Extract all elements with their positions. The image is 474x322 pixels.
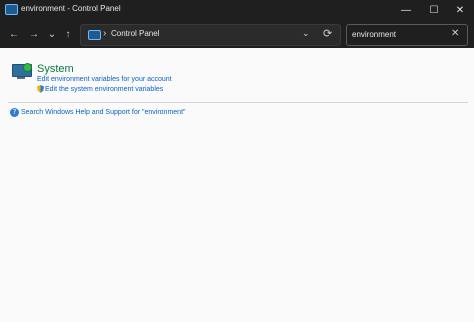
refresh-icon: ⟳ (323, 28, 333, 40)
maximize-button[interactable]: ☐ (420, 0, 448, 20)
forward-button[interactable]: → (26, 26, 42, 42)
edit-account-env-vars-link[interactable]: Edit environment variables for your acco… (37, 75, 172, 84)
up-arrow-icon: ↑ (65, 28, 71, 40)
refresh-button[interactable]: ⟳ (323, 27, 332, 40)
control-panel-icon (88, 30, 101, 40)
breadcrumb-chevron-icon: › (103, 28, 107, 39)
edit-system-env-vars-link[interactable]: Edit the system environment variables (45, 85, 163, 94)
close-icon: ✕ (455, 4, 465, 16)
address-dropdown-button[interactable]: ⌄ (302, 28, 310, 39)
minimize-icon: — (401, 4, 411, 16)
section-divider (8, 102, 468, 103)
control-panel-icon (5, 4, 18, 15)
chevron-down-icon: ⌄ (302, 28, 310, 38)
up-button[interactable]: ↑ (60, 26, 76, 42)
back-arrow-icon: ← (9, 28, 19, 40)
close-icon: ✕ (451, 28, 460, 39)
window-title: environment - Control Panel (21, 4, 121, 13)
forward-arrow-icon: → (29, 28, 39, 40)
chevron-down-icon: ⌄ (47, 28, 57, 40)
system-icon (12, 63, 32, 80)
maximize-icon: ☐ (429, 4, 439, 16)
search-results: System Edit environment variables for yo… (0, 48, 474, 322)
system-category-link[interactable]: System (37, 63, 74, 75)
check-badge-icon (23, 63, 32, 72)
uac-shield (37, 85, 44, 93)
breadcrumb[interactable]: Control Panel (111, 29, 159, 39)
address-bar[interactable]: › Control Panel ⌄ ⟳ (80, 24, 341, 46)
title-bar: environment - Control Panel — ☐ ✕ (0, 0, 474, 20)
windows-help-search-link[interactable]: Search Windows Help and Support for "env… (21, 108, 186, 117)
minimize-button[interactable]: — (392, 0, 420, 20)
control-panel-window: environment - Control Panel — ☐ ✕ ← → ⌄ … (0, 0, 474, 322)
search-input[interactable]: environment (352, 30, 396, 40)
back-button[interactable]: ← (6, 26, 22, 42)
help-icon: ? (10, 108, 19, 117)
clear-search-button[interactable]: ✕ (451, 28, 459, 39)
recent-locations-button[interactable]: ⌄ (44, 26, 60, 42)
close-button[interactable]: ✕ (446, 0, 474, 20)
shield-icon (37, 85, 44, 93)
monitor-base (17, 77, 25, 79)
search-box[interactable]: environment ✕ (346, 24, 468, 46)
